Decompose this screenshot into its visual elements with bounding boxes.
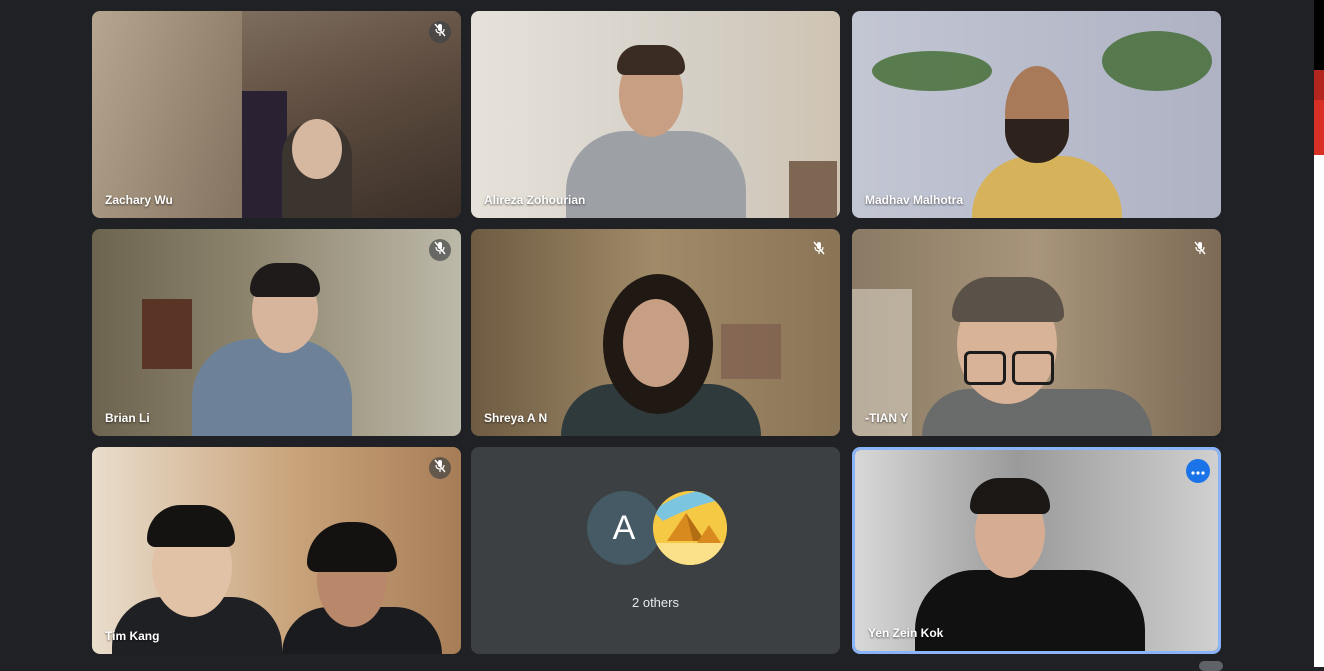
participant-name: -TIAN Y — [865, 411, 909, 425]
tile-shreya-a-n[interactable]: Shreya A N — [471, 229, 840, 436]
more-options-button[interactable] — [1186, 459, 1210, 483]
tile-tim-kang[interactable]: Tim Kang — [92, 447, 461, 654]
tile-alireza-zohourian[interactable]: Alireza Zohourian — [471, 11, 840, 218]
video-feed — [855, 450, 1218, 651]
tile-brian-li[interactable]: Brian Li — [92, 229, 461, 436]
more-horizontal-icon — [1191, 462, 1205, 480]
mute-indicator — [1189, 239, 1211, 261]
mute-indicator — [429, 457, 451, 479]
mute-indicator — [429, 239, 451, 261]
video-feed — [92, 229, 461, 436]
video-feed — [92, 447, 461, 654]
video-feed — [471, 229, 840, 436]
tile-tian-y[interactable]: -TIAN Y — [852, 229, 1221, 436]
mic-off-icon — [1194, 241, 1206, 260]
others-count-label: 2 others — [632, 595, 679, 610]
video-grid: Zachary Wu Alireza Zohourian Madhav Malh… — [0, 0, 1324, 667]
participant-name: Alireza Zohourian — [484, 193, 586, 207]
browser-edge-strip — [1314, 0, 1324, 667]
mic-off-icon — [434, 23, 446, 42]
video-feed — [852, 11, 1221, 218]
tile-madhav-malhotra[interactable]: Madhav Malhotra — [852, 11, 1221, 218]
mic-off-icon — [434, 459, 446, 478]
pyramid-avatar-icon — [653, 491, 727, 565]
participant-name: Yen Zein Kok — [868, 626, 944, 640]
video-feed — [852, 229, 1221, 436]
tile-zachary-wu[interactable]: Zachary Wu — [92, 11, 461, 218]
participant-name: Shreya A N — [484, 411, 548, 425]
tile-others[interactable]: A 2 others — [471, 447, 840, 654]
participant-name: Brian Li — [105, 411, 150, 425]
video-feed — [92, 11, 461, 218]
tile-yen-zein-kok[interactable]: Yen Zein Kok — [852, 447, 1221, 654]
video-feed — [471, 11, 840, 218]
mute-indicator — [429, 21, 451, 43]
overflow-indicator — [1199, 661, 1223, 671]
mic-off-icon — [813, 241, 825, 260]
participant-name: Zachary Wu — [105, 193, 173, 207]
participant-name: Tim Kang — [105, 629, 160, 643]
participant-name: Madhav Malhotra — [865, 193, 964, 207]
avatar: A — [587, 491, 661, 565]
mic-off-icon — [434, 241, 446, 260]
mute-indicator — [808, 239, 830, 261]
